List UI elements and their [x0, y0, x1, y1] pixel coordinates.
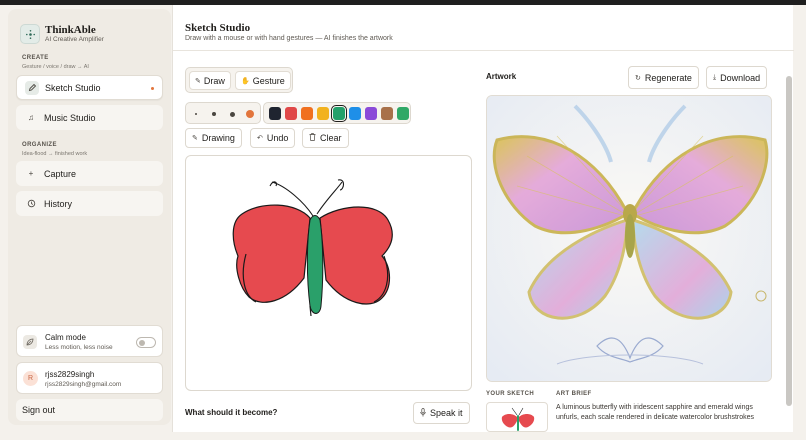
color-swatch[interactable] — [285, 107, 297, 120]
plus-icon: + — [28, 169, 34, 178]
color-palette — [263, 102, 411, 124]
tab-draw-label: Draw — [203, 75, 225, 86]
pencil-icon: ✎ — [192, 135, 198, 142]
active-indicator — [151, 87, 154, 90]
sketch-thumbnail — [486, 402, 548, 432]
undo-button[interactable]: ↶ Undo — [250, 128, 296, 148]
color-swatch[interactable] — [397, 107, 409, 120]
leaf-icon — [23, 335, 37, 349]
undo-button-label: Undo — [266, 133, 289, 143]
color-swatch[interactable] — [269, 107, 281, 120]
color-swatch[interactable] — [301, 107, 313, 120]
download-icon: ⤓ — [713, 73, 717, 81]
sidebar-item-sketch-studio[interactable]: Sketch Studio — [16, 75, 163, 100]
color-swatch[interactable] — [381, 107, 393, 120]
sidebar-item-music-studio[interactable]: ♫ Music Studio — [16, 105, 163, 130]
history-icon — [24, 197, 38, 211]
drawing-button[interactable]: ✎ Drawing — [185, 128, 242, 148]
page-subtitle: Draw with a mouse or with hand gestures … — [185, 35, 393, 42]
music-note-icon: ♫ — [28, 113, 34, 122]
organize-section-subtitle: Idea-flood → finished work — [22, 151, 88, 157]
art-brief-text: A luminous butterfly with iridescent sap… — [556, 404, 755, 421]
refresh-icon: ↻ — [635, 74, 641, 82]
artwork-label: Artwork — [486, 72, 517, 81]
logo-icon — [20, 24, 40, 44]
create-section-subtitle: Gesture / voice / draw → AI — [22, 64, 89, 70]
brush-size-picker — [185, 102, 261, 124]
brush-size-medium[interactable] — [208, 108, 220, 120]
speak-button-label: Speak it — [430, 408, 463, 418]
main-panel: Sketch Studio Draw with a mouse or with … — [172, 5, 794, 432]
sidebar-item-label: History — [44, 198, 73, 209]
header-divider — [173, 50, 794, 51]
toggle-knob — [139, 339, 145, 346]
download-button[interactable]: ⤓ Download — [706, 66, 768, 89]
sidebar-item-capture[interactable]: + Capture — [16, 161, 163, 186]
user-name: rjss2829singh — [45, 370, 95, 379]
color-swatch[interactable] — [331, 105, 347, 122]
tab-gesture[interactable]: ✋ Gesture — [235, 71, 291, 90]
sidebar-item-label: Capture — [44, 168, 77, 179]
scrollbar-thumb[interactable] — [786, 76, 792, 406]
app-tagline: AI Creative Amplifier — [45, 36, 104, 43]
color-swatch[interactable] — [317, 107, 329, 120]
calm-mode-card: Calm mode Less motion, less noise — [16, 325, 163, 357]
app-name: ThinkAble — [45, 24, 96, 36]
brush-size-extra-large[interactable] — [244, 108, 256, 120]
drawing-button-label: Drawing — [201, 133, 235, 143]
drawing-canvas[interactable] — [185, 155, 472, 391]
butterfly-artwork-image — [487, 96, 771, 381]
butterfly-sketch — [232, 179, 393, 317]
download-button-label: Download — [720, 72, 761, 83]
organize-section-title: ORGANIZE — [22, 142, 57, 148]
speak-button[interactable]: Speak it — [413, 402, 470, 424]
mode-switch: ✎ Draw ✋ Gesture — [185, 67, 293, 93]
pencil-icon: ✎ — [195, 77, 201, 85]
sidebar-item-label: Sketch Studio — [45, 82, 101, 93]
brush-size-small[interactable] — [190, 108, 202, 120]
calm-mode-subtitle: Less motion, less noise — [45, 344, 113, 351]
sidebar-item-label: Music Studio — [44, 112, 96, 123]
regenerate-button[interactable]: ↻ Regenerate — [628, 66, 699, 89]
user-email: rjss2829singh@gmail.com — [45, 381, 122, 388]
sidebar: ThinkAble AI Creative Amplifier CREATE G… — [8, 9, 171, 425]
sidebar-item-history[interactable]: History — [16, 191, 163, 216]
brush-size-large[interactable] — [226, 108, 238, 120]
tab-gesture-label: Gesture — [252, 75, 285, 86]
your-sketch-label: YOUR SKETCH — [486, 391, 535, 397]
clear-button[interactable]: Clear — [302, 128, 349, 148]
microphone-icon — [420, 407, 426, 419]
create-section-title: CREATE — [22, 55, 49, 61]
pencil-icon — [25, 80, 39, 95]
main-scrollbar[interactable] — [786, 68, 792, 428]
user-card[interactable]: R rjss2829singh rjss2829singh@gmail.com — [16, 362, 163, 394]
brand: ThinkAble AI Creative Amplifier — [20, 24, 104, 44]
regenerate-button-label: Regenerate — [644, 72, 692, 83]
art-brief-label: ART BRIEF — [556, 391, 592, 397]
page-title: Sketch Studio — [185, 22, 251, 34]
calm-mode-toggle[interactable] — [136, 337, 156, 348]
sign-out-button[interactable]: Sign out — [16, 399, 163, 421]
clear-button-label: Clear — [320, 133, 342, 143]
generated-artwork — [486, 95, 772, 382]
color-swatch[interactable] — [349, 107, 361, 120]
calm-mode-title: Calm mode — [45, 333, 86, 342]
undo-icon: ↶ — [257, 135, 263, 142]
tab-draw[interactable]: ✎ Draw — [189, 71, 231, 90]
prompt-label: What should it become? — [185, 408, 278, 417]
avatar: R — [23, 371, 38, 386]
color-swatch[interactable] — [365, 107, 377, 120]
trash-icon — [309, 133, 316, 143]
hand-icon: ✋ — [241, 77, 250, 85]
